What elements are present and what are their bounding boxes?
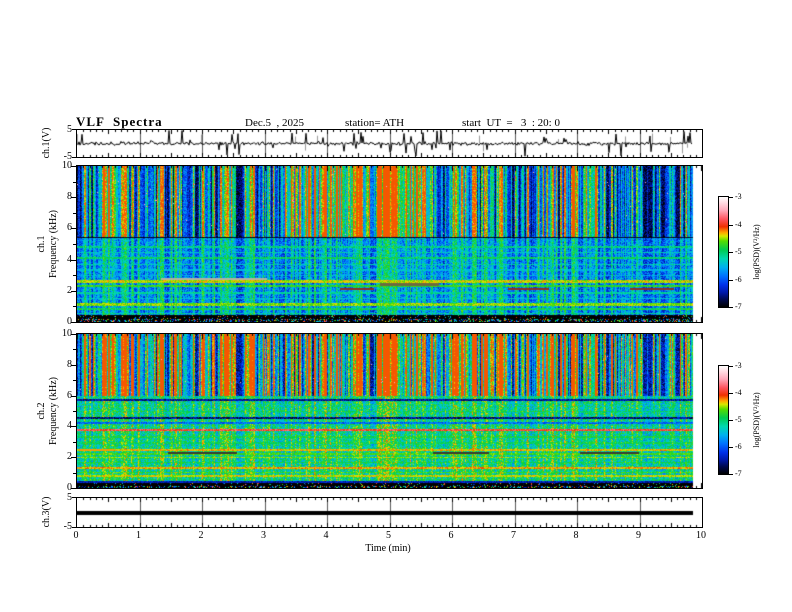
axis-tick xyxy=(71,396,76,397)
spect1-freq-tick-label: 6 xyxy=(67,222,72,233)
x-tick-label: 7 xyxy=(511,530,516,541)
axis-tick xyxy=(73,349,76,350)
colorbar-ch1-tick-label: -5 xyxy=(735,247,742,256)
spect2-freq-tick-label: 10 xyxy=(62,328,72,339)
spect1-freq-tick-label: 0 xyxy=(67,316,72,327)
axis-tick xyxy=(73,182,76,183)
page-title: VLF Spectra xyxy=(76,114,163,129)
ch3v-canvas xyxy=(77,498,702,527)
x-tick-label: 2 xyxy=(198,530,204,541)
start-ut-label: start UT = 3 : 20: 0 xyxy=(462,117,560,129)
axis-tick xyxy=(71,365,76,366)
spect2-canvas xyxy=(77,334,702,488)
axis-tick xyxy=(729,197,733,198)
colorbar-ch2-tick-label: -3 xyxy=(735,361,742,370)
axis-tick xyxy=(729,225,733,226)
spect2-channel-label: ch.2 xyxy=(36,402,47,420)
colorbar-ch1-tick-label: -4 xyxy=(735,220,742,229)
axis-tick xyxy=(729,366,733,367)
colorbar-ch1-tick-label: -7 xyxy=(735,302,742,311)
axis-tick xyxy=(73,213,76,214)
colorbar-ch2 xyxy=(718,365,729,475)
spect2-freq-tick-label: 6 xyxy=(67,390,72,401)
spect1-frequency-label: Frequency (kHz) xyxy=(48,209,59,279)
date-label: Dec.5 , 2025 xyxy=(245,117,304,129)
x-tick-label: 3 xyxy=(261,530,266,541)
axis-tick xyxy=(71,322,76,323)
x-tick-label: 1 xyxy=(136,530,141,541)
axis-tick xyxy=(72,527,76,528)
x-tick-label: 6 xyxy=(448,530,454,541)
axis-tick xyxy=(73,473,76,474)
spect1-freq-tick-label: 2 xyxy=(67,285,72,296)
spect2-frequency-label: Frequency (kHz) xyxy=(48,376,59,446)
ch1v-ymax-label: 5 xyxy=(67,124,72,135)
axis-tick xyxy=(729,252,733,253)
axis-tick xyxy=(71,228,76,229)
axis-tick xyxy=(73,380,76,381)
x-tick-label: 0 xyxy=(73,530,79,541)
ch3v-ymin-label: -5 xyxy=(63,521,72,532)
colorbar-ch1 xyxy=(718,196,729,308)
x-tick-label: 4 xyxy=(323,530,329,541)
ch1-spectrogram-panel xyxy=(76,165,703,323)
axis-tick xyxy=(72,157,76,158)
spect1-channel-label: ch.1 xyxy=(36,235,47,253)
ch3v-ymax-label: 5 xyxy=(67,492,72,503)
colorbar-ch2-tick-label: -4 xyxy=(735,388,742,397)
spect1-freq-tick-label: 10 xyxy=(62,160,72,171)
ch2-spectrogram-panel xyxy=(76,333,703,489)
axis-tick xyxy=(71,334,76,335)
x-tick-label: 5 xyxy=(386,530,391,541)
axis-tick xyxy=(73,442,76,443)
ch1-waveform-panel xyxy=(76,129,703,158)
x-tick-label: 8 xyxy=(573,530,579,541)
spect1-freq-tick-label: 8 xyxy=(67,191,72,202)
station-label: station= ATH xyxy=(345,117,405,129)
axis-tick xyxy=(729,474,733,475)
axis-tick xyxy=(729,280,733,281)
colorbar-ch2-tick-label: -7 xyxy=(735,469,742,478)
colorbar-ch1-tick-label: -6 xyxy=(735,275,742,284)
axis-tick xyxy=(71,488,76,489)
ch1v-ymin-label: -5 xyxy=(63,151,72,162)
axis-tick xyxy=(71,260,76,261)
axis-tick xyxy=(71,166,76,167)
axis-tick xyxy=(72,497,76,498)
colorbar-ch2-tick-label: -6 xyxy=(735,442,742,451)
time-axis-label: Time (min) xyxy=(365,543,411,554)
axis-tick xyxy=(73,275,76,276)
axis-tick xyxy=(729,307,733,308)
spect2-freq-tick-label: 2 xyxy=(67,451,72,462)
colorbar-ch1-tick-label: -3 xyxy=(735,192,742,201)
axis-tick xyxy=(71,197,76,198)
colorbar-ch2-tick-label: -5 xyxy=(735,415,742,424)
spect2-freq-tick-label: 4 xyxy=(67,420,72,431)
axis-tick xyxy=(73,411,76,412)
spect1-canvas xyxy=(77,166,702,322)
spect2-freq-tick-label: 8 xyxy=(67,359,72,370)
axis-tick xyxy=(71,291,76,292)
x-tick-label: 10 xyxy=(696,530,706,541)
vlf-spectra-figure: VLF Spectra Dec.5 , 2025 station= ATH st… xyxy=(0,0,792,612)
axis-tick xyxy=(73,244,76,245)
axis-tick xyxy=(729,393,733,394)
spect1-freq-tick-label: 4 xyxy=(67,254,72,265)
axis-tick xyxy=(72,129,76,130)
ch3-waveform-panel xyxy=(76,497,703,528)
axis-tick xyxy=(71,426,76,427)
axis-tick xyxy=(729,420,733,421)
axis-tick xyxy=(729,447,733,448)
axis-tick xyxy=(73,306,76,307)
axis-tick xyxy=(71,457,76,458)
ch1v-canvas xyxy=(77,130,702,157)
x-tick-label: 9 xyxy=(636,530,641,541)
